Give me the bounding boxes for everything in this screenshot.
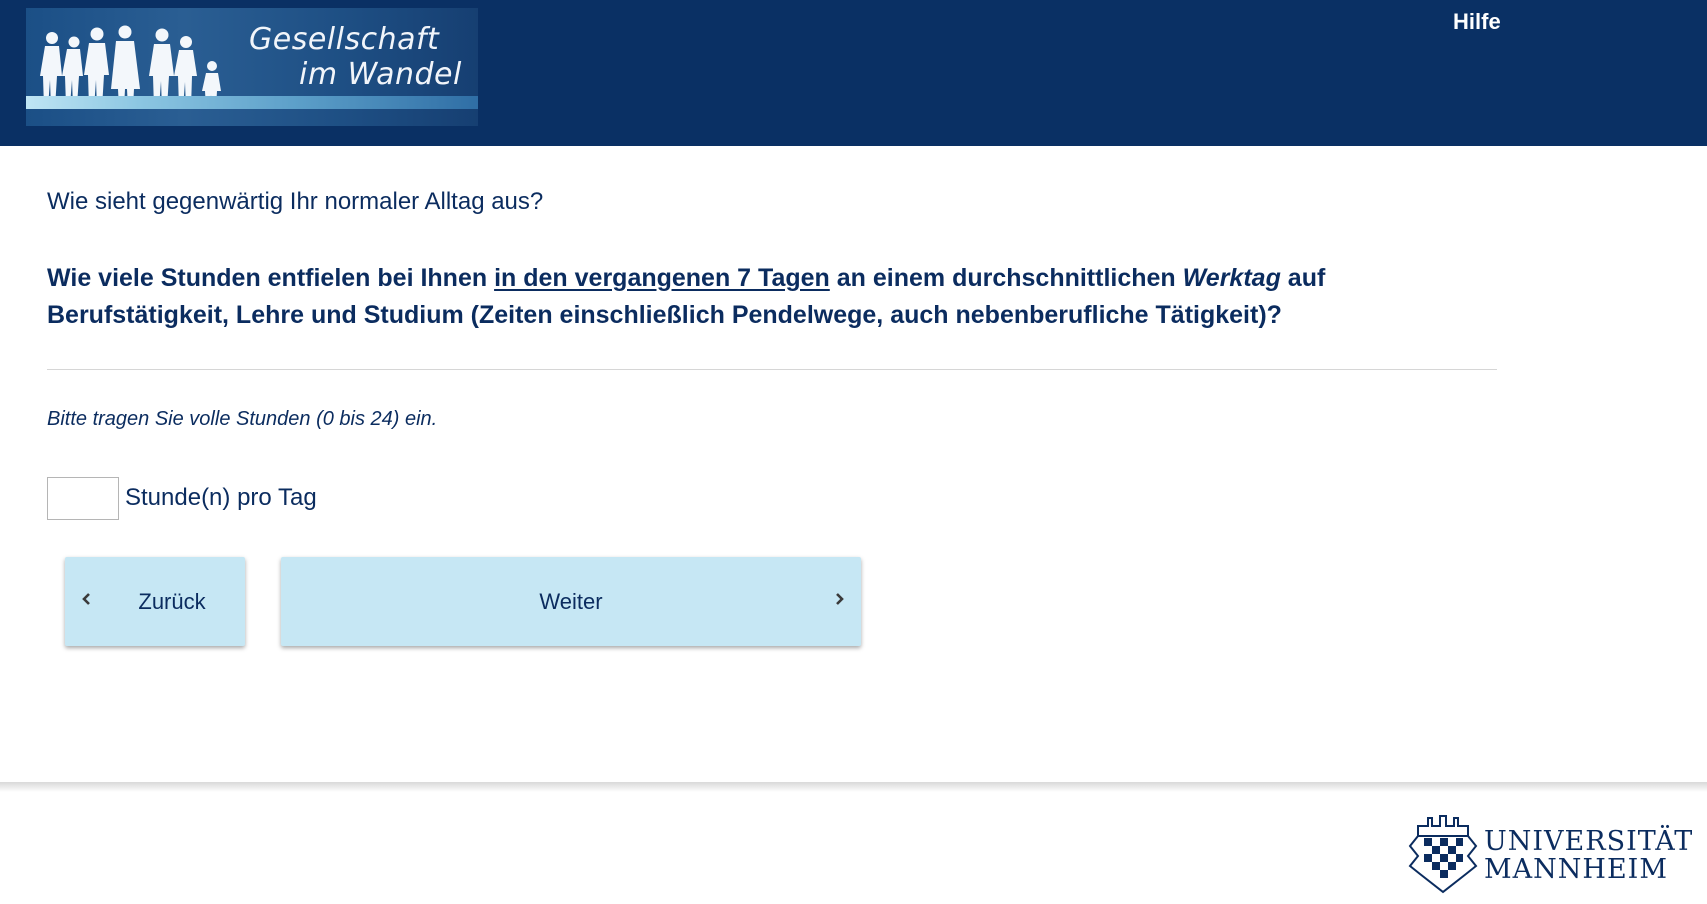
logo-text: Gesellschaft im Wandel	[241, 22, 471, 92]
page-intro: Wie sieht gegenwärtig Ihr normaler Allta…	[47, 188, 544, 215]
university-mannheim-logo: UNIVERSITÄT MANNHEIM	[1404, 808, 1704, 898]
question-part-2: an einem durchschnittlichen	[829, 264, 1183, 292]
question-part-1: Wie viele Stunden entfielen bei Ihnen	[47, 264, 495, 292]
hours-input[interactable]	[47, 477, 119, 520]
question-emphasis-werktag: Werktag	[1182, 264, 1281, 292]
divider	[47, 369, 1497, 370]
logo-line-2: im Wandel	[299, 57, 462, 92]
university-line-1: UNIVERSITÄT	[1484, 826, 1694, 857]
input-hint: Bitte tragen Sie volle Stunden (0 bis 24…	[47, 408, 438, 430]
hours-unit-label: Stunde(n) pro Tag	[125, 484, 317, 511]
back-button[interactable]: Zurück	[65, 557, 245, 646]
next-button-label: Weiter	[539, 588, 603, 614]
question-underlined-period: in den vergangenen 7 Tagen	[494, 264, 830, 292]
chevron-left-icon	[82, 593, 90, 605]
logo-color-strip	[26, 96, 478, 109]
logo-line-1: Gesellschaft	[249, 22, 440, 57]
help-link[interactable]: Hilfe	[1453, 9, 1501, 35]
gesellschaft-im-wandel-logo: Gesellschaft im Wandel	[26, 8, 478, 126]
university-name: UNIVERSITÄT MANNHEIM	[1484, 828, 1693, 884]
footer-separator	[0, 782, 1707, 792]
site-header: Gesellschaft im Wandel Hilfe	[0, 0, 1707, 146]
next-button[interactable]: Weiter	[281, 557, 861, 646]
chevron-right-icon	[836, 593, 844, 605]
university-line-2: MANNHEIM	[1484, 854, 1668, 885]
question-text: Wie viele Stunden entfielen bei Ihnen in…	[47, 260, 1407, 334]
university-crest-icon	[1408, 815, 1478, 894]
back-button-label: Zurück	[138, 588, 206, 614]
